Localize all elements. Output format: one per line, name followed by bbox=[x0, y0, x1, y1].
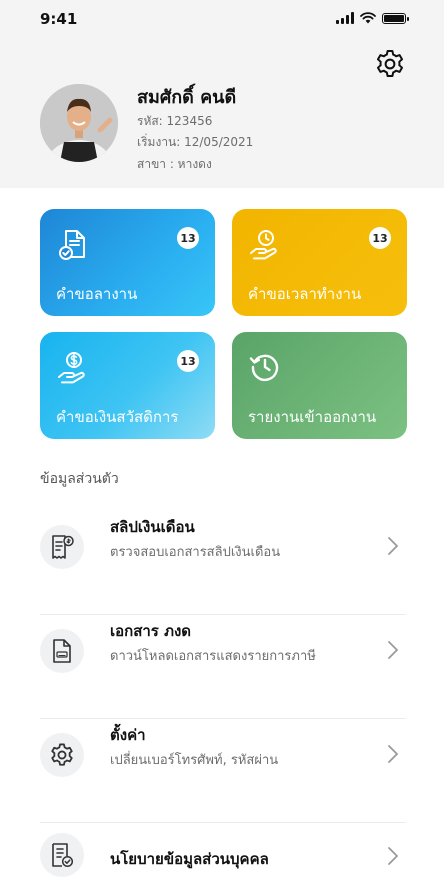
list-item-subtitle: ดาวน์โหลดเอกสารแสดงรายการภาษี bbox=[110, 649, 316, 664]
chevron-right-icon bbox=[388, 847, 398, 865]
branch: สาขา : หางดง bbox=[137, 157, 212, 171]
attendance-report-label: รายงานเข้าออกงาน bbox=[248, 408, 377, 426]
status-time: 9:41 bbox=[40, 10, 78, 28]
section-title-personal-info: ข้อมูลส่วนตัว bbox=[40, 471, 119, 487]
welfare-request-badge: 13 bbox=[177, 350, 199, 372]
profile-header: 9:41 สมศักดิ์ คนดี รหัส: 123456 เริ่มงาน… bbox=[0, 0, 444, 188]
list-item-payslip[interactable]: สลิปเงินเดือน ตรวจสอบเอกสารสลิปเงินเดือน bbox=[40, 511, 406, 615]
leave-request-badge: 13 bbox=[177, 227, 199, 249]
start-date: เริ่มงาน: 12/05/2021 bbox=[137, 135, 254, 149]
time-request-label: คำขอเวลาทำงาน bbox=[248, 285, 362, 303]
status-bar: 9:41 bbox=[0, 0, 444, 40]
list-item-title: ตั้งค่า bbox=[110, 726, 146, 744]
chevron-right-icon bbox=[388, 537, 398, 555]
wifi-icon bbox=[360, 12, 376, 24]
settings-icon-wrap bbox=[40, 733, 84, 777]
time-request-card[interactable]: 13 คำขอเวลาทำงาน bbox=[232, 209, 407, 316]
money-hand-icon bbox=[58, 352, 85, 384]
gear-icon bbox=[51, 743, 73, 766]
status-icons bbox=[336, 12, 409, 24]
list-item-title: เอกสาร ภงด bbox=[110, 622, 192, 640]
list-item-title: นโยบายข้อมูลส่วนบุคคล bbox=[110, 850, 269, 868]
settings-gear-icon[interactable] bbox=[374, 48, 406, 80]
tax-document-icon-wrap bbox=[40, 629, 84, 673]
list-item-subtitle: ตรวจสอบเอกสารสลิปเงินเดือน bbox=[110, 545, 281, 560]
battery-icon bbox=[382, 12, 409, 24]
welfare-request-card[interactable]: 13 คำขอเงินสวัสดิการ bbox=[40, 332, 215, 439]
profile-name: สมศักดิ์ คนดี bbox=[137, 87, 237, 108]
attendance-report-card[interactable]: รายงานเข้าออกงาน bbox=[232, 332, 407, 439]
avatar bbox=[40, 84, 118, 162]
policy-icon-wrap bbox=[40, 833, 84, 877]
list-item-title: สลิปเงินเดือน bbox=[110, 518, 195, 536]
time-request-badge: 13 bbox=[369, 227, 391, 249]
leave-document-icon bbox=[59, 230, 85, 260]
list-item-settings[interactable]: ตั้งค่า เปลี่ยนเบอร์โทรศัพท์, รหัสผ่าน bbox=[40, 719, 406, 823]
chevron-right-icon bbox=[388, 745, 398, 763]
employee-code: รหัส: 123456 bbox=[137, 114, 213, 128]
tax-document-icon bbox=[53, 639, 71, 663]
welfare-request-label: คำขอเงินสวัสดิการ bbox=[56, 408, 179, 426]
policy-document-icon bbox=[52, 843, 74, 868]
time-request-icon bbox=[250, 230, 277, 260]
list-item-privacy-policy[interactable]: นโยบายข้อมูลส่วนบุคคล bbox=[40, 823, 406, 883]
list-item-tax-document[interactable]: เอกสาร ภงด ดาวน์โหลดเอกสารแสดงรายการภาษี bbox=[40, 615, 406, 719]
leave-request-label: คำขอลางาน bbox=[56, 285, 138, 303]
leave-request-card[interactable]: 13 คำขอลางาน bbox=[40, 209, 215, 316]
signal-icon bbox=[336, 12, 354, 24]
history-clock-icon bbox=[249, 354, 279, 382]
payslip-icon-wrap bbox=[40, 525, 84, 569]
list-item-subtitle: เปลี่ยนเบอร์โทรศัพท์, รหัสผ่าน bbox=[110, 753, 279, 768]
payslip-icon bbox=[52, 535, 74, 559]
chevron-right-icon bbox=[388, 641, 398, 659]
